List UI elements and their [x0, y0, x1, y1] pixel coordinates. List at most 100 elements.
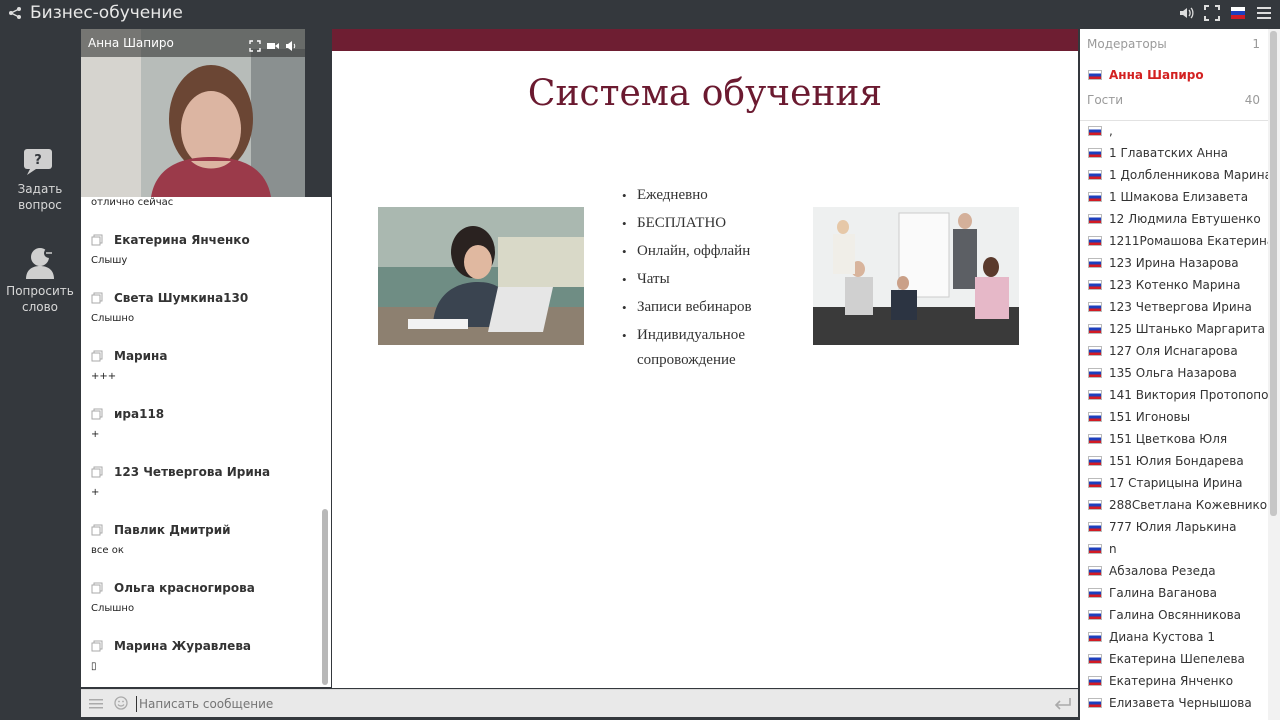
slide-bullet-list: Ежедневно БЕСПЛАТНО Онлайн, оффлайн Чаты… [622, 183, 802, 376]
chat-message-text: отлично сейчас [91, 197, 174, 208]
chat-message: 123 Четвергова Ирина + [91, 465, 316, 498]
participant-item[interactable]: Абзалова Резеда [1088, 564, 1216, 578]
moderators-header: Модераторы [1087, 37, 1167, 51]
language-flag-icon[interactable] [1230, 5, 1246, 21]
participant-name: 1211Ромашова Екатерина [1109, 234, 1275, 248]
share-icon[interactable] [8, 6, 22, 20]
chat-message-text: Слышно [91, 603, 135, 614]
participant-item[interactable]: 151 Игоновы [1088, 410, 1190, 424]
ask-question-button[interactable]: ? Задать вопрос [0, 147, 80, 213]
question-bubble-icon: ? [24, 149, 52, 175]
participant-item[interactable]: n [1088, 542, 1117, 556]
participant-item[interactable]: Галина Ваганова [1088, 586, 1217, 600]
participant-item[interactable]: Анна Шапиро [1088, 68, 1204, 82]
reply-icon[interactable] [91, 524, 103, 536]
reply-icon[interactable] [91, 640, 103, 652]
chat-author[interactable]: Павлик Дмитрий [114, 523, 231, 537]
request-speak-label-1: Попросить [6, 284, 74, 298]
participant-item[interactable]: 141 Виктория Протопопова [1088, 388, 1280, 402]
chat-scrollbar[interactable] [321, 197, 329, 687]
chat-author[interactable]: Света Шумкина130 [114, 291, 248, 305]
participant-item[interactable]: Диана Кустова 1 [1088, 630, 1215, 644]
participant-name: Елизавета Чернышова [1109, 696, 1252, 710]
participant-item[interactable]: 151 Юлия Бондарева [1088, 454, 1244, 468]
camera-icon[interactable] [267, 37, 279, 49]
chat-message: Павлик Дмитрий все ок [91, 523, 316, 556]
reply-icon[interactable] [91, 408, 103, 420]
participant-item[interactable]: 288Светлана Кожевникова [1088, 498, 1280, 512]
chat-message-text: + [91, 429, 100, 440]
participant-item[interactable]: 1 Долбленникова Марина [1088, 168, 1272, 182]
chat-message-text: +++ [91, 371, 117, 382]
participant-item[interactable]: 777 Юлия Ларькина [1088, 520, 1237, 534]
chat-author[interactable]: ира118 [114, 407, 164, 421]
participant-name: 12 Людмила Евтушенко [1109, 212, 1261, 226]
presentation-slide: Система обучения Ежедневно БЕСПЛАТНО Онл… [332, 29, 1078, 688]
chat-message-input[interactable] [136, 696, 1036, 712]
volume-icon[interactable] [1178, 5, 1194, 21]
reply-icon[interactable] [91, 350, 103, 362]
participant-item[interactable]: 1211Ромашова Екатерина [1088, 234, 1274, 248]
chat-author[interactable]: Ольга красногирова [114, 581, 255, 595]
participant-item[interactable]: 123 Котенко Марина [1088, 278, 1241, 292]
participant-item[interactable]: 135 Ольга Назарова [1088, 366, 1237, 380]
participants-scrollbar-thumb[interactable] [1270, 31, 1277, 516]
request-speak-button[interactable]: Попросить слово [0, 245, 80, 315]
participant-item[interactable]: Екатерина Шепелева [1088, 652, 1245, 666]
participant-item[interactable]: 123 Четвергова Ирина [1088, 300, 1252, 314]
participant-name: Екатерина Янченко [1109, 674, 1234, 688]
participant-name: 151 Игоновы [1109, 410, 1191, 424]
chat-message: Света Шумкина130 Слышно [91, 291, 316, 324]
participants-scrollbar[interactable] [1268, 29, 1280, 720]
flag-icon [1088, 280, 1102, 290]
fullscreen-icon[interactable] [1204, 5, 1220, 21]
flag-icon [1088, 566, 1102, 576]
participant-item[interactable]: 123 Ирина Назарова [1088, 256, 1239, 270]
guests-header: Гости [1087, 93, 1124, 107]
reply-icon[interactable] [91, 234, 103, 246]
participant-name: 1 Главатских Анна [1109, 146, 1229, 160]
participant-item[interactable]: 17 Старицына Ирина [1088, 476, 1242, 490]
participant-item[interactable]: 12 Людмила Евтушенко [1088, 212, 1261, 226]
participant-item[interactable]: 125 Штанько Маргарита [1088, 322, 1265, 336]
participant-item[interactable]: 151 Цветкова Юля [1088, 432, 1227, 446]
flag-icon [1088, 478, 1102, 488]
expand-icon[interactable] [249, 37, 261, 52]
participant-item[interactable]: 127 Оля Иснагарова [1088, 344, 1238, 358]
chat-menu-icon[interactable] [89, 697, 103, 711]
menu-icon[interactable] [1256, 5, 1272, 21]
flag-icon [1088, 434, 1102, 444]
flag-icon [1088, 126, 1102, 136]
participant-item[interactable]: , [1088, 124, 1113, 138]
participant-item[interactable]: 1 Главатских Анна [1088, 146, 1228, 160]
reply-icon[interactable] [91, 582, 103, 594]
slide-bullet: Ежедневно [622, 183, 802, 208]
chat-message: Ольга красногирова Слышно [91, 581, 316, 614]
chat-author[interactable]: Марина [114, 349, 167, 363]
app-title: Бизнес-обучение [30, 3, 183, 23]
ask-question-label-1: Задать [17, 182, 63, 196]
guests-count: 40 [1244, 93, 1260, 107]
send-enter-icon[interactable] [1054, 697, 1072, 711]
flag-icon [1088, 632, 1102, 642]
slide-bullet: Чаты [622, 267, 802, 292]
participant-item[interactable]: Екатерина Янченко [1088, 674, 1233, 688]
reply-icon[interactable] [91, 292, 103, 304]
chat-scrollbar-thumb[interactable] [322, 509, 328, 685]
chat-author[interactable]: 123 Четвергова Ирина [114, 465, 270, 479]
chat-author[interactable]: Марина Журавлева [114, 639, 251, 653]
request-speak-label-2: слово [21, 300, 59, 314]
speaker-icon[interactable] [285, 37, 297, 51]
smile-icon[interactable] [114, 696, 128, 710]
chat-panel[interactable]: отлично сейчас Екатерина Янченко Слышу С… [81, 197, 331, 687]
participant-name: Анна Шапиро [1109, 68, 1204, 82]
participant-item[interactable]: 1 Шмакова Елизавета [1088, 190, 1248, 204]
participant-item[interactable]: Елизавета Чернышова [1088, 696, 1252, 710]
presenter-video[interactable]: Анна Шапиро [81, 29, 305, 197]
participant-item[interactable]: Галина Овсянникова [1088, 608, 1241, 622]
participant-name: 123 Котенко Марина [1109, 278, 1241, 292]
participant-name: 141 Виктория Протопопова [1109, 388, 1280, 402]
reply-icon[interactable] [91, 466, 103, 478]
chat-author[interactable]: Екатерина Янченко [114, 233, 250, 247]
participant-name: Галина Ваганова [1109, 586, 1218, 600]
